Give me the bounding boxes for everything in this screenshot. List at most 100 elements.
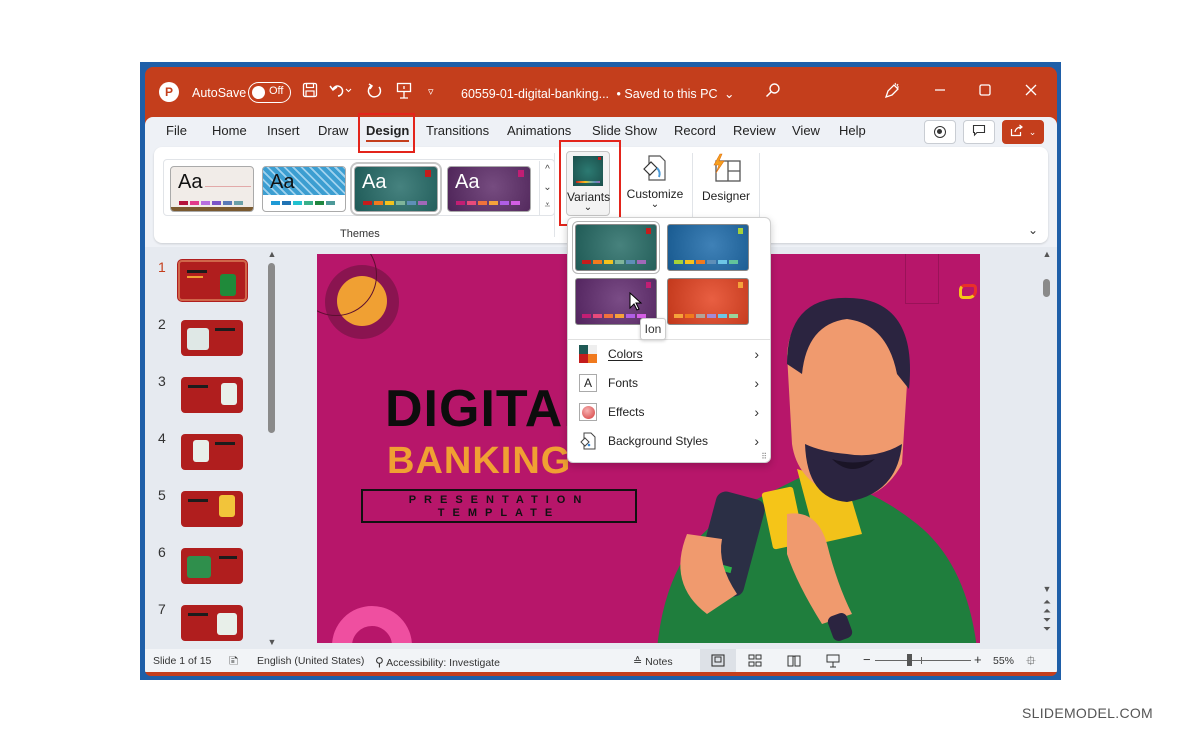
background-styles-icon: [579, 432, 597, 450]
thumb-title: [215, 442, 235, 445]
color-swatch: [271, 201, 280, 205]
scrollbar-thumb[interactable]: [268, 263, 275, 433]
variant-option[interactable]: [667, 278, 749, 325]
slide-thumbnail[interactable]: [181, 548, 243, 584]
tab-insert[interactable]: Insert: [267, 123, 300, 138]
notes-icon: ≙: [633, 656, 643, 668]
spell-check-icon[interactable]: 🗈: [229, 652, 239, 674]
reading-view-button[interactable]: [787, 654, 801, 670]
zoom-slider-thumb[interactable]: [906, 654, 912, 666]
menu-item-background-styles[interactable]: Background Styles ›: [571, 428, 767, 454]
designer-label: Designer: [701, 189, 751, 203]
comment-icon: [972, 124, 986, 140]
theme-option[interactable]: Aa: [447, 166, 531, 212]
slide-thumbnail[interactable]: [181, 491, 243, 527]
color-swatch: [489, 201, 498, 205]
search-icon[interactable]: [765, 82, 781, 103]
variant-option[interactable]: [667, 224, 749, 271]
customize-button[interactable]: Customize ⌄: [623, 151, 687, 217]
slide-info[interactable]: Slide 1 of 15: [153, 655, 211, 667]
designer-button[interactable]: Designer: [699, 151, 753, 217]
slide-scrollbar[interactable]: ▲ ▼ ⏶ ⏶ ⏷ ⏷: [1040, 247, 1054, 649]
highlight-design-tab: [358, 113, 415, 153]
share-button[interactable]: ⌄: [1002, 120, 1044, 144]
record-button[interactable]: [924, 120, 956, 144]
language-status[interactable]: English (United States): [257, 655, 364, 667]
zoom-in-button[interactable]: +: [974, 652, 982, 667]
variant-option[interactable]: [572, 221, 660, 274]
slide-thumbnail[interactable]: [181, 605, 243, 641]
slide-title-line1[interactable]: DIGITAL: [385, 379, 596, 439]
slides-panel-scrollbar[interactable]: ▲ ▼: [265, 247, 279, 649]
tab-slide-show[interactable]: Slide Show: [592, 123, 657, 138]
zoom-level[interactable]: 55%: [993, 655, 1014, 667]
slide-subtitle-box[interactable]: PRESENTATION TEMPLATE: [361, 489, 637, 523]
scroll-up-icon[interactable]: ▲: [265, 249, 279, 259]
file-name[interactable]: 60559-01-digital-banking... • Saved to t…: [461, 86, 734, 101]
normal-view-button[interactable]: [700, 649, 736, 672]
slide-thumbnail[interactable]: [181, 377, 243, 413]
next-slide-icon[interactable]: ⏷ ⏷: [1040, 616, 1054, 635]
present-icon[interactable]: [396, 82, 412, 105]
accessibility-status[interactable]: ⚲ Accessibility: Investigate: [375, 655, 500, 669]
chevron-down-icon: ⌄: [1028, 126, 1037, 137]
tab-record[interactable]: Record: [674, 123, 716, 138]
slide-title-line2[interactable]: BANKING: [387, 440, 571, 483]
tab-transitions[interactable]: Transitions: [426, 123, 489, 138]
theme-option-ion[interactable]: Aa: [350, 162, 442, 216]
zoom-slider[interactable]: [875, 660, 971, 661]
slide-sorter-button[interactable]: [748, 654, 762, 670]
slide-thumbnail[interactable]: [181, 320, 243, 356]
comments-button[interactable]: [963, 120, 995, 144]
color-swatch: [201, 201, 210, 205]
highlight-variants-button: [559, 140, 621, 226]
slide-number: 1: [158, 259, 166, 275]
color-swatch: [685, 314, 694, 318]
customize-qat-icon[interactable]: ▿: [428, 82, 434, 102]
menu-item-effects[interactable]: Effects ›: [571, 399, 767, 425]
color-swatch: [223, 201, 232, 205]
zoom-slider-center-mark: [921, 657, 922, 664]
tab-file[interactable]: File: [166, 123, 187, 138]
notes-button[interactable]: ≙ Notes: [633, 655, 673, 668]
scroll-down-icon[interactable]: ▼: [265, 637, 279, 647]
slide-thumbnail-active[interactable]: [178, 260, 247, 301]
variant-tooltip: Ion: [640, 318, 666, 340]
color-swatch: [729, 314, 738, 318]
tab-draw[interactable]: Draw: [318, 123, 348, 138]
slideshow-view-button[interactable]: [826, 654, 840, 671]
gallery-scroll-down-icon[interactable]: ⌄: [539, 179, 555, 197]
maximize-icon[interactable]: [978, 82, 992, 102]
slide-thumbnail[interactable]: [181, 434, 243, 470]
save-icon[interactable]: [302, 82, 318, 103]
scrollbar-thumb[interactable]: [1043, 279, 1050, 297]
theme-option[interactable]: Aa: [262, 166, 346, 212]
autosave-toggle[interactable]: Off: [248, 82, 291, 103]
collapse-ribbon-icon[interactable]: ⌄: [1028, 223, 1038, 237]
minimize-icon[interactable]: [933, 82, 947, 102]
fit-to-window-icon[interactable]: ⯐: [1026, 652, 1036, 674]
theme-option[interactable]: Aa: [170, 166, 254, 212]
tab-home[interactable]: Home: [212, 123, 247, 138]
menu-item-colors[interactable]: Colors ›: [571, 341, 767, 367]
tab-animations[interactable]: Animations: [507, 123, 571, 138]
gallery-more-icon[interactable]: ⩡: [539, 197, 555, 215]
color-swatch: [615, 314, 624, 318]
close-icon[interactable]: [1024, 82, 1038, 102]
undo-icon[interactable]: [329, 82, 353, 103]
previous-slide-icon[interactable]: ⏶ ⏶: [1040, 598, 1054, 617]
scroll-down-icon[interactable]: ▼: [1040, 584, 1054, 594]
gallery-scroll-up-icon[interactable]: ^: [539, 161, 555, 179]
thumb-illustration: [187, 556, 211, 578]
menu-item-fonts[interactable]: A Fonts ›: [571, 370, 767, 396]
redo-icon[interactable]: [366, 82, 384, 105]
tab-review[interactable]: Review: [733, 123, 776, 138]
color-swatch: [478, 201, 487, 205]
scroll-up-icon[interactable]: ▲: [1040, 249, 1054, 259]
zoom-out-button[interactable]: −: [863, 652, 871, 667]
tab-view[interactable]: View: [792, 123, 820, 138]
tab-help[interactable]: Help: [839, 123, 866, 138]
resize-grip-icon[interactable]: ⠿: [761, 452, 767, 461]
designer-pen-icon[interactable]: [883, 82, 901, 105]
slide-sorter-icon: [748, 654, 762, 667]
